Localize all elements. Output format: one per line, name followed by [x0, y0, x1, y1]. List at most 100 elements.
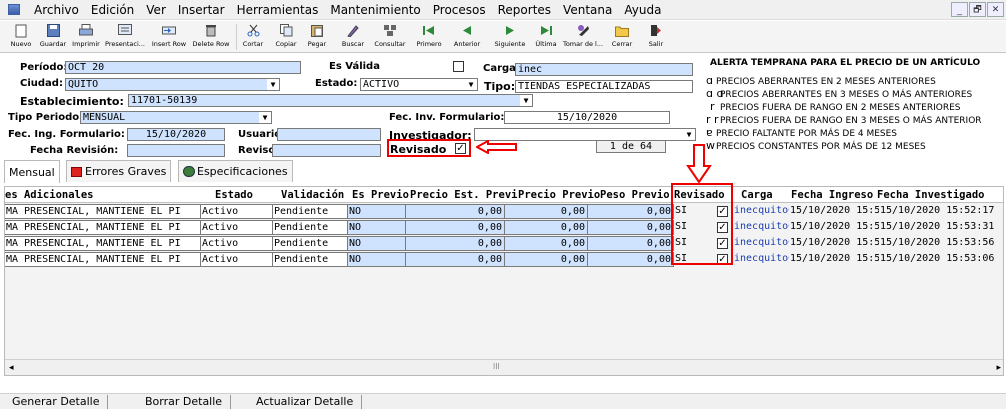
- cell-validacion[interactable]: Pendiente: [273, 220, 348, 235]
- menu-archivo[interactable]: Archivo: [28, 3, 85, 17]
- col-carga[interactable]: Carga: [741, 189, 791, 201]
- scroll-grip[interactable]: III: [493, 362, 500, 371]
- next-button[interactable]: Siguiente: [493, 21, 527, 53]
- restore-button[interactable]: 🗗: [969, 2, 986, 17]
- query-button[interactable]: Consultar: [372, 21, 408, 53]
- table-row[interactable]: MA PRESENCIAL, MANTIENE EL PI Activo Pen…: [5, 252, 1003, 267]
- col-fecha-ingreso[interactable]: Fecha Ingreso: [791, 189, 877, 201]
- tipo-field[interactable]: TIENDAS ESPECIALIZADAS: [515, 80, 693, 93]
- menu-reportes[interactable]: Reportes: [492, 3, 557, 17]
- cell-precio-previo[interactable]: 0,00: [505, 204, 588, 219]
- last-button[interactable]: Última: [533, 21, 559, 53]
- cell-precio-previo[interactable]: 0,00: [505, 220, 588, 235]
- cell-precio-est-previo[interactable]: 0,00: [406, 204, 505, 219]
- tab-mensual[interactable]: Mensual: [4, 160, 60, 183]
- menu-ventana[interactable]: Ventana: [557, 3, 618, 17]
- cell-es-previo[interactable]: NO: [348, 252, 406, 267]
- cell-peso-previo[interactable]: 0,00: [588, 204, 674, 219]
- cut-button[interactable]: Cortar: [240, 21, 266, 53]
- chevron-down-icon[interactable]: ▼: [683, 129, 695, 140]
- cell-estado[interactable]: Activo: [201, 220, 273, 235]
- cell-precio-est-previo[interactable]: 0,00: [406, 220, 505, 235]
- minimize-button[interactable]: _: [951, 2, 968, 17]
- col-estado[interactable]: Estado: [215, 189, 275, 201]
- menu-ayuda[interactable]: Ayuda: [618, 3, 667, 17]
- cell-precio-previo[interactable]: 0,00: [505, 252, 588, 267]
- cell-validacion[interactable]: Pendiente: [273, 204, 348, 219]
- search-button[interactable]: Buscar: [340, 21, 366, 53]
- menu-edicion[interactable]: Edición: [85, 3, 140, 17]
- horizontal-scrollbar[interactable]: ◂ III ▸: [5, 359, 1003, 375]
- tipo-periodo-select[interactable]: MENSUAL ▼: [80, 111, 272, 124]
- take-button[interactable]: Tomar de l...: [563, 21, 603, 53]
- periodo-field[interactable]: OCT 20: [65, 61, 301, 74]
- chevron-down-icon[interactable]: ▼: [259, 112, 271, 123]
- cell-adicionales[interactable]: MA PRESENCIAL, MANTIENE EL PI: [5, 236, 201, 251]
- cell-validacion[interactable]: Pendiente: [273, 252, 348, 267]
- col-precio-est-previo[interactable]: Precio Est. Previo: [410, 189, 518, 201]
- es-valida-checkbox[interactable]: [453, 61, 464, 72]
- cell-es-previo[interactable]: NO: [348, 204, 406, 219]
- cell-es-previo[interactable]: NO: [348, 220, 406, 235]
- cell-precio-previo[interactable]: 0,00: [505, 236, 588, 251]
- cell-adicionales[interactable]: MA PRESENCIAL, MANTIENE EL PI: [5, 252, 201, 267]
- save-button[interactable]: Guardar: [38, 21, 68, 53]
- cell-validacion[interactable]: Pendiente: [273, 236, 348, 251]
- cell-estado[interactable]: Activo: [201, 204, 273, 219]
- chevron-down-icon[interactable]: ▼: [520, 95, 532, 106]
- carga-field[interactable]: inec: [515, 63, 693, 76]
- cell-adicionales[interactable]: MA PRESENCIAL, MANTIENE EL PI: [5, 204, 201, 219]
- menu-insertar[interactable]: Insertar: [172, 3, 231, 17]
- table-row[interactable]: MA PRESENCIAL, MANTIENE EL PI Activo Pen…: [5, 220, 1003, 235]
- exit-button[interactable]: Salir: [644, 21, 668, 53]
- fec-ing-field[interactable]: 15/10/2020: [127, 128, 225, 141]
- cell-precio-est-previo[interactable]: 0,00: [406, 252, 505, 267]
- fec-inv-field[interactable]: 15/10/2020: [504, 111, 670, 124]
- close-folder-button[interactable]: Cerrar: [609, 21, 635, 53]
- paste-button[interactable]: Pegar: [304, 21, 330, 53]
- cell-precio-est-previo[interactable]: 0,00: [406, 236, 505, 251]
- first-button[interactable]: Primero: [414, 21, 444, 53]
- print-button[interactable]: Imprimir: [70, 21, 102, 53]
- table-row[interactable]: MA PRESENCIAL, MANTIENE EL PI Activo Pen…: [5, 236, 1003, 251]
- revisado-checkbox[interactable]: ✓: [455, 143, 466, 154]
- cell-estado[interactable]: Activo: [201, 236, 273, 251]
- ciudad-select[interactable]: QUITO ▼: [65, 78, 280, 91]
- scroll-right-icon[interactable]: ▸: [996, 362, 1001, 373]
- fecha-revision-field[interactable]: [127, 144, 225, 157]
- insert-row-button[interactable]: Insert Row: [150, 21, 188, 53]
- tab-errores-graves[interactable]: Errores Graves: [66, 160, 172, 182]
- col-peso-previo[interactable]: Peso Previo: [600, 189, 672, 201]
- revisor-field[interactable]: [272, 144, 381, 157]
- cell-peso-previo[interactable]: 0,00: [588, 220, 674, 235]
- tab-especificaciones[interactable]: Especificaciones: [178, 160, 293, 182]
- cell-adicionales[interactable]: MA PRESENCIAL, MANTIENE EL PI: [5, 220, 201, 235]
- cell-peso-previo[interactable]: 0,00: [588, 252, 674, 267]
- col-adicionales[interactable]: es Adicionales: [5, 189, 195, 201]
- establecimiento-select[interactable]: 11701-50139 ▼: [128, 94, 533, 107]
- estado-select[interactable]: ACTIVO ▼: [360, 78, 478, 91]
- menu-ver[interactable]: Ver: [140, 3, 172, 17]
- new-button[interactable]: Nuevo: [8, 21, 34, 53]
- cell-estado[interactable]: Activo: [201, 252, 273, 267]
- copy-button[interactable]: Copiar: [272, 21, 300, 53]
- previous-button[interactable]: Anterior: [452, 21, 482, 53]
- borrar-detalle-button[interactable]: Borrar Detalle: [145, 395, 232, 409]
- col-fecha-investigado[interactable]: Fecha Investigado: [877, 189, 1003, 201]
- delete-row-button[interactable]: Delete Row: [191, 21, 231, 53]
- actualizar-detalle-button[interactable]: Actualizar Detalle: [256, 395, 363, 409]
- menu-mantenimiento[interactable]: Mantenimiento: [324, 3, 426, 17]
- app-icon[interactable]: [8, 4, 20, 15]
- generar-detalle-button[interactable]: Generar Detalle: [12, 395, 109, 409]
- scroll-left-icon[interactable]: ◂: [9, 362, 14, 373]
- close-window-button[interactable]: ✕: [987, 2, 1004, 17]
- col-es-previo[interactable]: Es Previo: [352, 189, 410, 201]
- preview-button[interactable]: Presentaci...: [103, 21, 147, 53]
- chevron-down-icon[interactable]: ▼: [267, 79, 279, 90]
- menu-herramientas[interactable]: Herramientas: [231, 3, 325, 17]
- table-row[interactable]: MA PRESENCIAL, MANTIENE EL PI Activo Pen…: [5, 204, 1003, 219]
- usuario-field[interactable]: [277, 128, 381, 141]
- col-precio-previo[interactable]: Precio Previo: [518, 189, 600, 201]
- menu-procesos[interactable]: Procesos: [427, 3, 492, 17]
- cell-peso-previo[interactable]: 0,00: [588, 236, 674, 251]
